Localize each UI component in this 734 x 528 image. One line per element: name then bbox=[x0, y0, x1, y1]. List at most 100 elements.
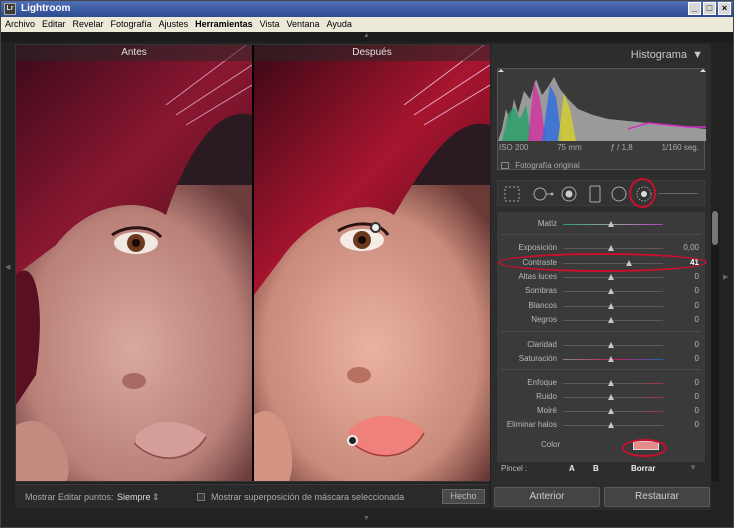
slider-row-eliminar-halos: Eliminar halos 0 bbox=[497, 419, 705, 432]
adjustment-sliders: Matiz Exposición 0,00 Contraste 41 Altas luce… bbox=[497, 212, 705, 466]
panel-scrollbar[interactable] bbox=[711, 211, 719, 481]
collapse-left-icon[interactable]: ◀ bbox=[5, 263, 10, 271]
reset-button[interactable]: Restaurar bbox=[604, 487, 710, 507]
brush-tool-highlight bbox=[629, 178, 656, 208]
histogram-panel-header[interactable]: Histograma ▼ bbox=[491, 44, 711, 64]
mask-overlay-checkbox[interactable] bbox=[197, 493, 205, 501]
slider-row-blancos: Blancos 0 bbox=[497, 300, 705, 313]
top-panel-collapse-strip[interactable]: ▲ bbox=[1, 32, 733, 42]
collapse-bottom-icon[interactable]: ▼ bbox=[363, 515, 370, 522]
slider-thumb-negros[interactable] bbox=[608, 317, 614, 323]
original-photo-checkbox[interactable] bbox=[501, 162, 509, 170]
close-button[interactable]: × bbox=[718, 2, 731, 15]
menu-fotografia[interactable]: Fotografía bbox=[111, 17, 152, 32]
previous-button[interactable]: Anterior bbox=[494, 487, 600, 507]
menu-vista[interactable]: Vista bbox=[260, 17, 280, 32]
crop-grid-icon[interactable] bbox=[504, 186, 520, 202]
slider-value-eliminar-halos: 0 bbox=[694, 420, 699, 429]
slider-thumb-eliminar-halos[interactable] bbox=[608, 422, 614, 428]
histogram-title: Histograma bbox=[630, 49, 687, 61]
slider-row-saturacion: Saturación 0 bbox=[497, 353, 705, 366]
slider-row-altas-luces: Altas luces 0 bbox=[497, 271, 705, 284]
done-button[interactable]: Hecho bbox=[442, 489, 485, 504]
slider-thumb-sombras[interactable] bbox=[608, 288, 614, 294]
minimize-button[interactable]: _ bbox=[688, 2, 701, 15]
graduated-filter-icon[interactable] bbox=[588, 185, 602, 203]
iso-value: ISO 200 bbox=[499, 143, 529, 152]
slider-label-altas-luces: Altas luces bbox=[518, 272, 557, 281]
brush-collapse-triangle-icon[interactable]: ▼ bbox=[689, 463, 697, 472]
histogram[interactable] bbox=[497, 68, 706, 170]
slider-thumb-moire[interactable] bbox=[608, 408, 614, 414]
menu-archivo[interactable]: Archivo bbox=[5, 17, 35, 32]
before-view: Antes bbox=[16, 45, 252, 481]
window-title: Lightroom bbox=[21, 3, 71, 14]
after-photo bbox=[254, 45, 490, 481]
collapse-right-icon[interactable]: ▶ bbox=[723, 273, 728, 281]
slider-row-claridad: Claridad 0 bbox=[497, 339, 705, 352]
panel-collapse-triangle-icon[interactable]: ▼ bbox=[692, 44, 703, 66]
brush-erase-button[interactable]: Borrar bbox=[631, 464, 655, 473]
show-edit-points-select[interactable]: Siempre bbox=[117, 492, 151, 502]
slider-row-negros: Negros 0 bbox=[497, 314, 705, 327]
tool-strip-slider[interactable] bbox=[658, 193, 698, 194]
menu-revelar[interactable]: Revelar bbox=[73, 17, 104, 32]
brush-a-button[interactable]: A bbox=[569, 464, 575, 473]
histogram-graph bbox=[498, 69, 706, 141]
menu-ventana[interactable]: Ventana bbox=[286, 17, 319, 32]
slider-thumb-claridad[interactable] bbox=[608, 342, 614, 348]
slider-label-sombras: Sombras bbox=[524, 286, 557, 295]
slider-thumb-enfoque[interactable] bbox=[608, 380, 614, 386]
slider-thumb-exposicion[interactable] bbox=[608, 245, 614, 251]
menu-bar: Archivo Editar Revelar Fotografía Ajuste… bbox=[1, 17, 733, 32]
edit-pin-lips-active[interactable] bbox=[347, 435, 358, 446]
slider-value-ruido: 0 bbox=[694, 392, 699, 401]
before-label: Antes bbox=[16, 45, 252, 61]
contrast-highlight bbox=[498, 253, 707, 272]
scrollbar-thumb[interactable] bbox=[712, 211, 718, 245]
section-divider bbox=[501, 331, 701, 332]
slider-label-ruido: Ruido bbox=[536, 392, 557, 401]
slider-thumb-matiz[interactable] bbox=[608, 221, 614, 227]
viewer-toolbar: Mostrar Editar puntos: Siempre ⇕ Mostrar… bbox=[15, 484, 489, 508]
slider-label-eliminar-halos: Eliminar halos bbox=[506, 420, 557, 429]
menu-ajustes[interactable]: Ajustes bbox=[159, 17, 189, 32]
develop-right-panel: Histograma ▼ ISO 200 75 mm ƒ / 1,8 1/160… bbox=[491, 44, 711, 510]
brush-b-button[interactable]: B bbox=[593, 464, 599, 473]
updown-arrows-icon[interactable]: ⇕ bbox=[152, 492, 160, 503]
radial-filter-icon[interactable] bbox=[610, 185, 628, 203]
section-divider bbox=[501, 369, 701, 370]
show-edit-points-label: Mostrar Editar puntos: bbox=[25, 492, 114, 502]
slider-thumb-altas-luces[interactable] bbox=[608, 274, 614, 280]
slider-value-exposicion: 0,00 bbox=[683, 243, 699, 252]
slider-value-enfoque: 0 bbox=[694, 378, 699, 387]
maximize-button[interactable]: □ bbox=[703, 2, 716, 15]
original-photo-label: Fotografía original bbox=[515, 161, 580, 170]
focal-length: 75 mm bbox=[557, 143, 582, 152]
slider-label-negros: Negros bbox=[531, 315, 557, 324]
collapse-top-icon[interactable]: ▲ bbox=[363, 32, 370, 39]
edit-pin-eye[interactable] bbox=[370, 222, 381, 233]
slider-row-sombras: Sombras 0 bbox=[497, 285, 705, 298]
menu-ayuda[interactable]: Ayuda bbox=[327, 17, 352, 32]
slider-thumb-blancos[interactable] bbox=[608, 303, 614, 309]
before-photo bbox=[16, 45, 252, 481]
menu-editar[interactable]: Editar bbox=[42, 17, 66, 32]
red-eye-icon[interactable] bbox=[560, 185, 578, 203]
slider-label-moire: Moiré bbox=[536, 406, 557, 415]
app-window: Lr Lightroom _ □ × Archivo Editar Revela… bbox=[0, 0, 734, 528]
slider-row-moire: Moiré 0 bbox=[497, 405, 705, 418]
slider-thumb-ruido[interactable] bbox=[608, 394, 614, 400]
section-divider bbox=[501, 234, 701, 235]
slider-row-ruido: Ruido 0 bbox=[497, 391, 705, 404]
title-bar: Lr Lightroom _ □ × bbox=[1, 1, 733, 17]
menu-herramientas[interactable]: Herramientas bbox=[195, 17, 253, 32]
slider-value-altas-luces: 0 bbox=[694, 272, 699, 281]
spot-removal-icon[interactable] bbox=[532, 185, 554, 203]
slider-value-saturacion: 0 bbox=[694, 354, 699, 363]
original-photo-toggle[interactable]: Fotografía original bbox=[501, 161, 580, 170]
color-swatch-highlight bbox=[622, 439, 667, 457]
color-row: Color bbox=[497, 438, 705, 454]
slider-value-negros: 0 bbox=[694, 315, 699, 324]
slider-thumb-saturacion[interactable] bbox=[608, 356, 614, 362]
